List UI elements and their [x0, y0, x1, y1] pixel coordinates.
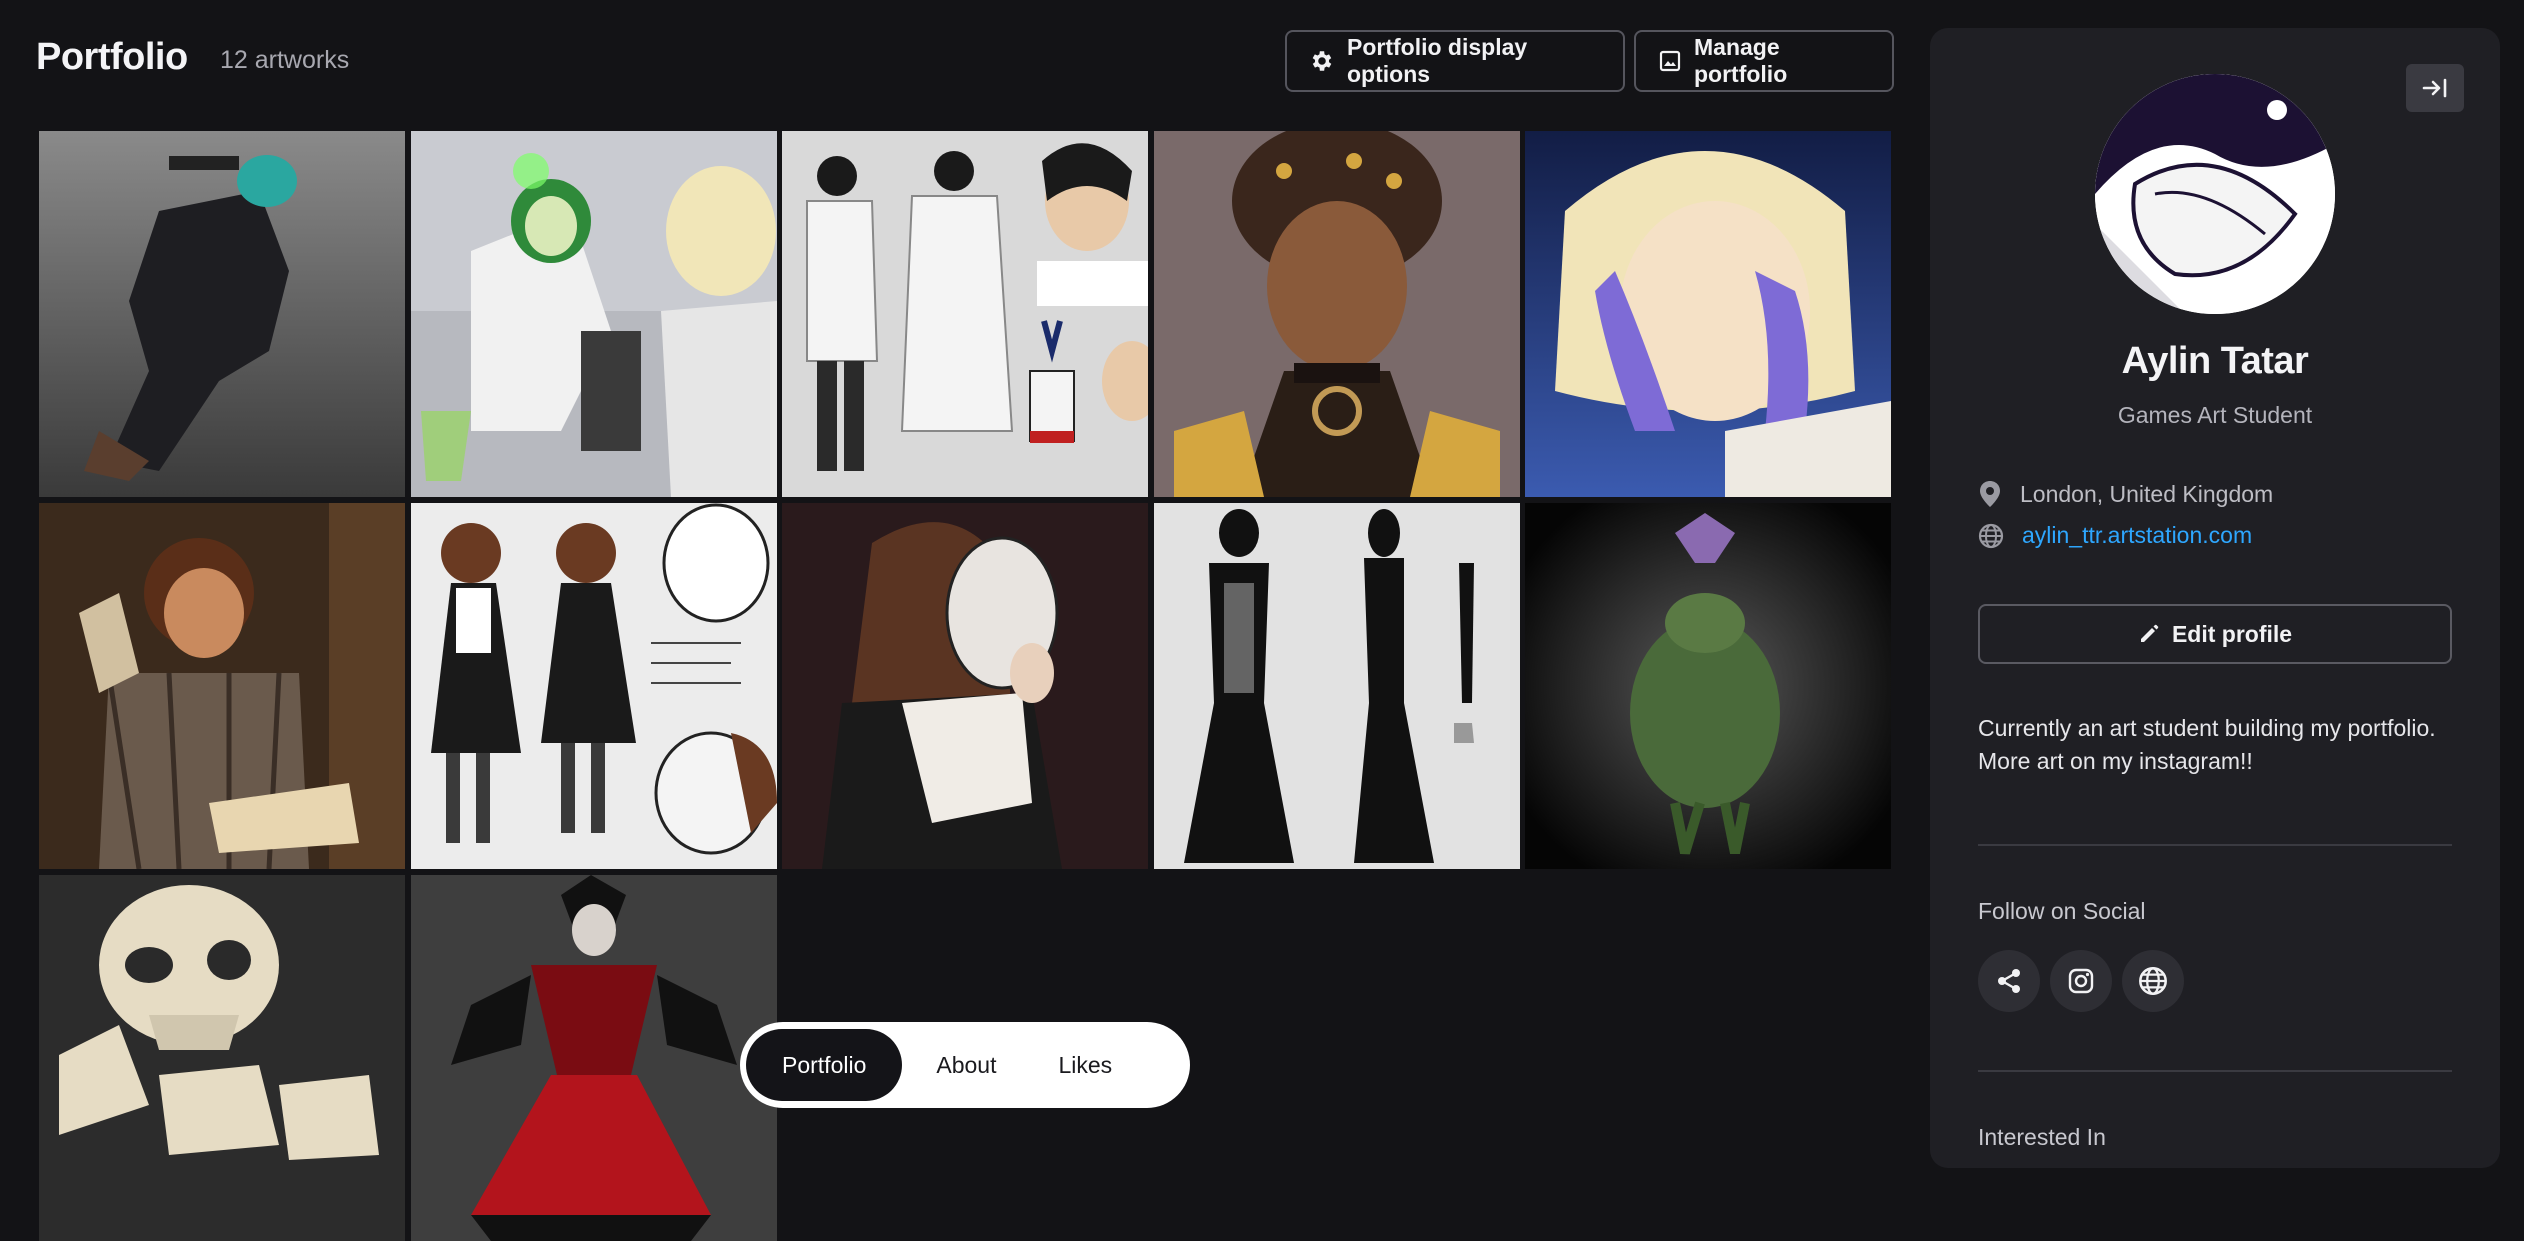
artwork-image — [411, 875, 777, 1241]
artwork-thumbnail[interactable] — [39, 131, 405, 497]
artwork-image — [1525, 503, 1891, 869]
artwork-image — [39, 131, 405, 497]
artwork-thumbnail[interactable] — [1154, 503, 1520, 869]
instagram-icon — [2068, 968, 2094, 994]
artwork-image — [782, 503, 1148, 869]
profile-panel: Aylin Tatar Games Art Student London, Un… — [1930, 28, 2500, 1168]
edit-profile-label: Edit profile — [2171, 620, 2293, 647]
artwork-thumbnail[interactable] — [411, 875, 777, 1241]
location-pin-icon — [1980, 481, 2000, 507]
tab-portfolio[interactable]: Portfolio — [746, 1029, 903, 1101]
artwork-thumbnail[interactable] — [782, 503, 1148, 869]
artwork-image — [411, 131, 777, 497]
website-link[interactable]: aylin_ttr.artstation.com — [2022, 522, 2252, 549]
instagram-button[interactable] — [2050, 950, 2112, 1012]
share-icon — [1998, 969, 2020, 993]
edit-profile-button[interactable]: Edit profile — [1978, 604, 2452, 664]
artwork-thumbnail[interactable] — [1525, 503, 1891, 869]
artwork-thumbnail[interactable] — [411, 503, 777, 869]
profile-website: aylin_ttr.artstation.com — [1978, 522, 2252, 549]
page-title: Portfolio — [36, 36, 188, 78]
share-button[interactable] — [1978, 950, 2040, 1012]
artwork-image — [1525, 131, 1891, 497]
gear-icon — [1312, 51, 1332, 71]
divider — [1978, 1070, 2452, 1072]
portfolio-display-options-label: Portfolio display options — [1347, 34, 1528, 87]
profile-bio: Currently an art student building my por… — [1978, 715, 2436, 774]
profile-tabs: Portfolio About Likes — [740, 1022, 1190, 1108]
globe-icon — [1978, 523, 2004, 548]
artwork-image — [1154, 131, 1520, 497]
avatar-image — [2095, 74, 2335, 314]
tab-likes[interactable]: Likes — [1030, 1029, 1140, 1101]
artwork-thumbnail[interactable] — [1525, 131, 1891, 497]
artwork-thumbnail[interactable] — [782, 131, 1148, 497]
artwork-count: 12 artworks — [220, 46, 350, 74]
artwork-thumbnail[interactable] — [1154, 131, 1520, 497]
artwork-image — [39, 503, 405, 869]
follow-heading: Follow on Social — [1978, 898, 2146, 924]
globe-icon — [2139, 967, 2167, 995]
manage-portfolio-label: Manage portfolio — [1694, 34, 1788, 87]
artwork-image — [782, 131, 1148, 497]
artwork-thumbnail[interactable] — [39, 503, 405, 869]
location-text: London, United Kingdom — [2020, 480, 2274, 507]
avatar — [2095, 74, 2335, 314]
artwork-image — [39, 875, 405, 1241]
profile-location: London, United Kingdom — [1978, 480, 2273, 508]
artwork-thumbnail[interactable] — [411, 131, 777, 497]
artwork-image — [411, 503, 777, 869]
website-social-button[interactable] — [2122, 950, 2184, 1012]
tab-about[interactable]: About — [908, 1029, 1024, 1101]
image-icon — [1659, 50, 1681, 72]
collapse-panel-button[interactable] — [2406, 64, 2464, 112]
artwork-thumbnail[interactable] — [39, 875, 405, 1241]
manage-portfolio-button[interactable]: Manage portfolio — [1634, 30, 1894, 92]
collapse-right-icon — [2422, 78, 2447, 98]
profile-role: Games Art Student — [2117, 402, 2313, 428]
interested-heading: Interested In — [1978, 1124, 2106, 1150]
pencil-icon — [2140, 624, 2159, 642]
portfolio-display-options-button[interactable]: Portfolio display options — [1285, 30, 1625, 92]
artwork-image — [1154, 503, 1520, 869]
divider — [1978, 844, 2452, 846]
profile-name: Aylin Tatar — [2121, 340, 2309, 382]
